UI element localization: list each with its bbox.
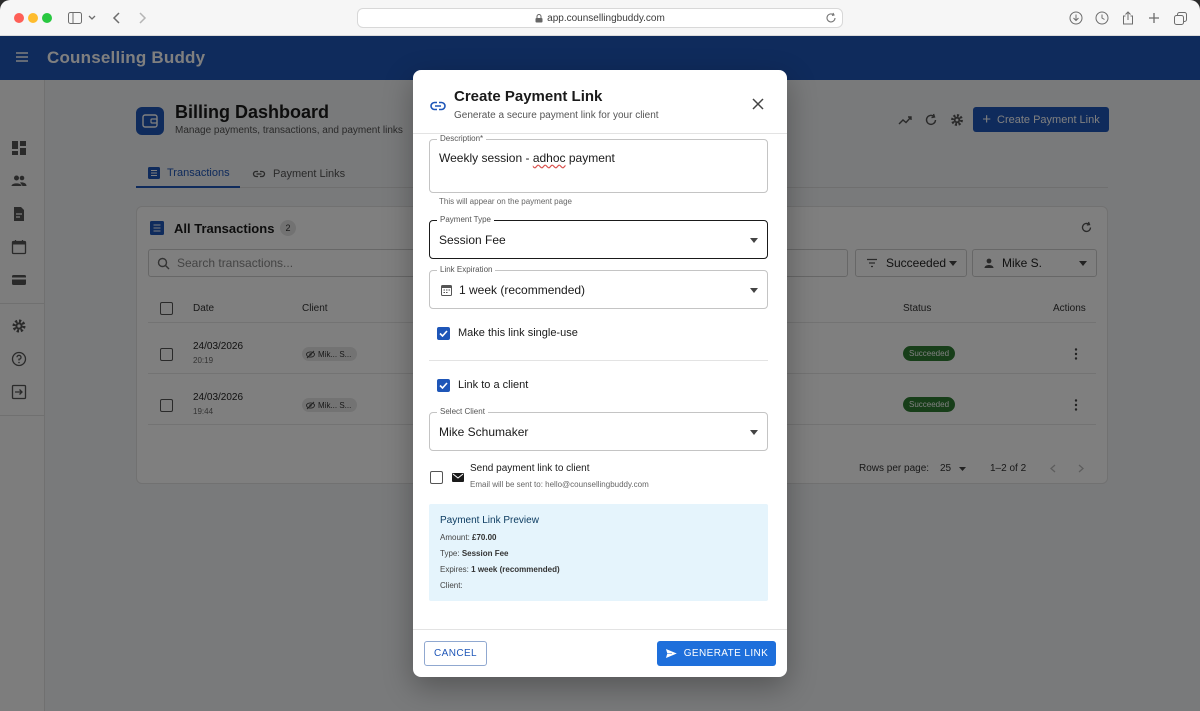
email-icon (452, 473, 464, 482)
dialog-divider (413, 629, 787, 630)
payment-type-label: Payment Type (437, 215, 494, 224)
history-icon[interactable] (1093, 9, 1111, 27)
payment-type-select[interactable]: Payment Type Session Fee (429, 215, 768, 259)
browser-toolbar: app.counsellingbuddy.com (0, 0, 1200, 36)
forward-icon[interactable] (133, 9, 151, 27)
preview-client: Client: (440, 581, 463, 590)
lock-icon (535, 13, 543, 22)
description-label: Description* (437, 134, 487, 143)
dialog-title: Create Payment Link (454, 88, 603, 105)
back-icon[interactable] (108, 9, 126, 27)
sidebar-toggle-icon[interactable] (66, 9, 84, 27)
link-expiration-label: Link Expiration (437, 265, 496, 274)
payment-type-value: Session Fee (439, 233, 506, 247)
link-to-client-checkbox[interactable] (437, 379, 450, 392)
dialog-subtitle: Generate a secure payment link for your … (454, 110, 659, 121)
preview-title: Payment Link Preview (440, 515, 539, 526)
preview-amount: Amount: £70.00 (440, 533, 497, 542)
select-client-label: Select Client (437, 407, 488, 416)
send-email-helper: Email will be sent to: hello@counselling… (470, 480, 649, 489)
minimize-window-button[interactable] (28, 13, 38, 23)
close-window-button[interactable] (14, 13, 24, 23)
preview-type: Type: Session Fee (440, 549, 509, 558)
url-text: app.counsellingbuddy.com (547, 12, 665, 24)
preview-expires: Expires: 1 week (recommended) (440, 565, 560, 574)
share-icon[interactable] (1119, 9, 1137, 27)
checkmark-icon (439, 382, 448, 389)
download-icon[interactable] (1067, 9, 1085, 27)
single-use-label[interactable]: Make this link single-use (458, 327, 578, 339)
select-client-value: Mike Schumaker (439, 425, 529, 439)
link-expiration-select[interactable]: Link Expiration 1 week (recommended) (429, 265, 768, 309)
close-icon[interactable] (751, 97, 765, 111)
single-use-checkbox[interactable] (437, 327, 450, 340)
calendar-icon (441, 285, 452, 296)
generate-link-label: GENERATE LINK (683, 648, 769, 659)
send-email-label[interactable]: Send payment link to client (470, 463, 590, 474)
new-tab-icon[interactable] (1145, 9, 1163, 27)
cancel-button[interactable]: CANCEL (424, 641, 487, 666)
reload-icon[interactable] (825, 12, 837, 24)
description-value: Weekly session - adhoc payment (439, 151, 615, 165)
zoom-window-button[interactable] (42, 13, 52, 23)
caret-down-icon (750, 238, 758, 243)
select-client-field[interactable]: Select Client Mike Schumaker (429, 407, 768, 451)
chevron-down-icon[interactable] (86, 9, 98, 27)
link-icon (430, 101, 446, 111)
link-expiration-value: 1 week (recommended) (459, 283, 586, 297)
address-bar[interactable]: app.counsellingbuddy.com (357, 8, 843, 28)
create-payment-link-dialog: Create Payment Link Generate a secure pa… (413, 70, 787, 677)
send-icon (664, 648, 678, 659)
link-to-client-label[interactable]: Link to a client (458, 379, 528, 391)
caret-down-icon (750, 430, 758, 435)
description-field[interactable]: Description* Weekly session - adhoc paym… (429, 134, 768, 193)
tab-overview-icon[interactable] (1171, 9, 1189, 27)
payment-link-preview: Payment Link Preview Amount: £70.00 Type… (429, 504, 768, 601)
checkmark-icon (439, 330, 448, 337)
generate-link-button[interactable]: GENERATE LINK (657, 641, 776, 666)
caret-down-icon (750, 288, 758, 293)
send-email-checkbox[interactable] (430, 471, 443, 484)
description-helper: This will appear on the payment page (439, 197, 572, 206)
dialog-section-divider (429, 360, 768, 361)
